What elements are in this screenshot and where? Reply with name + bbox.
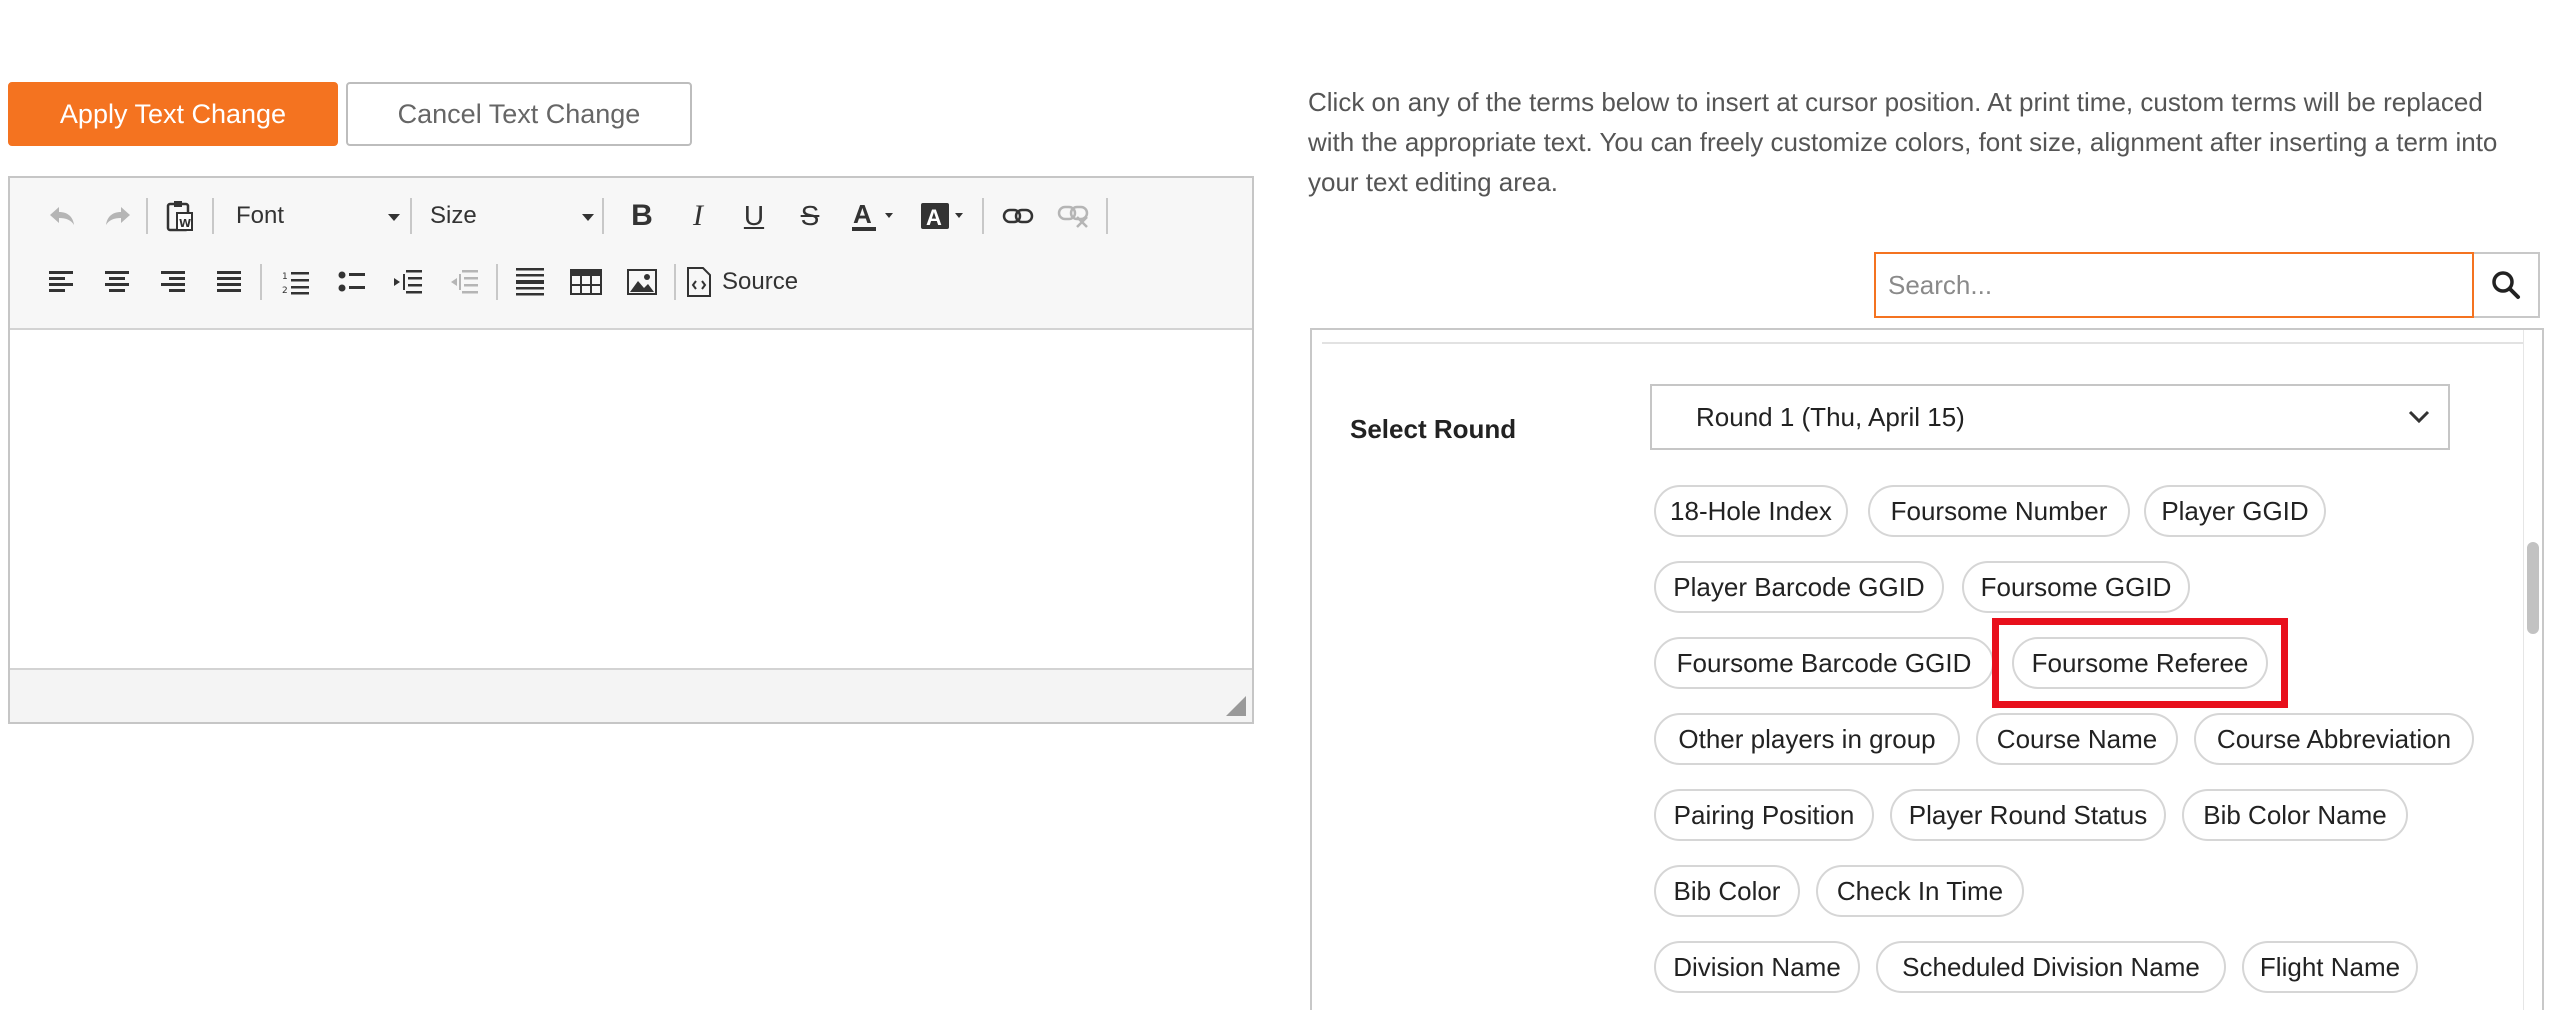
round-select[interactable]: Round 1 (Thu, April 15) <box>1650 384 2450 450</box>
align-center-icon[interactable] <box>96 260 140 304</box>
paste-from-word-icon[interactable]: W <box>158 194 202 238</box>
term-chip-foursome-number[interactable]: Foursome Number <box>1868 485 2130 537</box>
source-button[interactable]: Source <box>686 260 806 304</box>
source-code-icon <box>687 267 711 297</box>
bold-icon[interactable]: B <box>620 194 664 238</box>
size-select-label: Size <box>430 202 477 229</box>
font-select[interactable]: Font <box>236 194 404 238</box>
term-chip-course-name[interactable]: Course Name <box>1976 713 2178 765</box>
toolbar-separator <box>982 198 984 234</box>
term-chip-scheduled-division-name[interactable]: Scheduled Division Name <box>1876 941 2226 993</box>
term-chip-bib-color[interactable]: Bib Color <box>1654 865 1800 917</box>
insert-terms-instructions: Click on any of the terms below to inser… <box>1308 87 2498 197</box>
panel-scrollbar[interactable] <box>2523 330 2542 1010</box>
term-chip-bib-color-name[interactable]: Bib Color Name <box>2182 789 2408 841</box>
term-chip-division-name[interactable]: Division Name <box>1654 941 1860 993</box>
undo-icon[interactable] <box>40 194 84 238</box>
highlight-box <box>1992 618 2288 708</box>
svg-text:W: W <box>179 217 191 230</box>
term-chip-foursome-ggid[interactable]: Foursome GGID <box>1962 561 2190 613</box>
font-select-label: Font <box>236 202 285 229</box>
redo-icon[interactable] <box>96 194 140 238</box>
horizontal-line-icon[interactable] <box>508 260 552 304</box>
term-chip-pairing-position[interactable]: Pairing Position <box>1654 789 1874 841</box>
term-chip-player-round-status[interactable]: Player Round Status <box>1890 789 2166 841</box>
align-justify-icon[interactable] <box>208 260 252 304</box>
toolbar-separator <box>602 198 604 234</box>
panel-divider <box>1322 342 2526 344</box>
select-round-label: Select Round <box>1350 414 1517 444</box>
term-chip-check-in-time[interactable]: Check In Time <box>1816 865 2024 917</box>
term-chip-player-ggid[interactable]: Player GGID <box>2144 485 2326 537</box>
caret-down-icon <box>388 214 400 221</box>
numbered-list-icon[interactable]: 12 <box>274 260 318 304</box>
table-icon[interactable] <box>564 260 608 304</box>
strikethrough-icon[interactable]: S <box>788 194 832 238</box>
toolbar-separator <box>410 198 412 234</box>
term-chip-course-abbreviation[interactable]: Course Abbreviation <box>2194 713 2474 765</box>
cancel-text-change-button[interactable]: Cancel Text Change <box>346 82 692 146</box>
editor-toolbar: W Font Size B I U S A A 1 2 Source <box>10 178 1252 330</box>
outdent-icon[interactable] <box>442 260 486 304</box>
toolbar-separator <box>260 264 262 300</box>
term-chip-player-barcode-ggid[interactable]: Player Barcode GGID <box>1654 561 1944 613</box>
toolbar-separator <box>1106 198 1108 234</box>
source-label: Source <box>722 268 799 295</box>
rich-text-editor: W Font Size B I U S A A 1 2 Source <box>8 176 1254 724</box>
resize-grip-icon[interactable] <box>1226 696 1246 716</box>
size-select[interactable]: Size <box>430 194 598 238</box>
search-input[interactable] <box>1874 252 2474 318</box>
scrollbar-thumb[interactable] <box>2527 542 2539 634</box>
svg-text:2: 2 <box>282 286 288 295</box>
text-color-icon[interactable]: A <box>846 194 902 238</box>
image-icon[interactable] <box>620 260 664 304</box>
svg-text:A: A <box>853 199 872 229</box>
apply-text-change-button[interactable]: Apply Text Change <box>8 82 338 146</box>
italic-icon[interactable]: I <box>676 194 720 238</box>
editor-content-area[interactable] <box>10 330 1252 670</box>
toolbar-separator <box>212 198 214 234</box>
indent-icon[interactable] <box>386 260 430 304</box>
align-left-icon[interactable] <box>40 260 84 304</box>
round-select-value: Round 1 (Thu, April 15) <box>1696 401 1965 432</box>
underline-icon[interactable]: U <box>732 194 776 238</box>
bulleted-list-icon[interactable] <box>330 260 374 304</box>
link-icon[interactable] <box>996 194 1040 238</box>
caret-down-icon <box>582 214 594 221</box>
term-chip-flight-name[interactable]: Flight Name <box>2242 941 2418 993</box>
term-chip-other-players-in-group[interactable]: Other players in group <box>1654 713 1960 765</box>
search-button[interactable] <box>2474 252 2540 318</box>
toolbar-separator <box>674 264 676 300</box>
term-chip-foursome-barcode-ggid[interactable]: Foursome Barcode GGID <box>1654 637 1994 689</box>
editor-status-bar <box>10 668 1252 722</box>
term-search <box>1874 252 2474 318</box>
svg-text:1: 1 <box>282 272 288 282</box>
align-right-icon[interactable] <box>152 260 196 304</box>
svg-text:A: A <box>926 205 942 230</box>
search-icon <box>2492 271 2520 299</box>
toolbar-separator <box>496 264 498 300</box>
toolbar-separator <box>146 198 148 234</box>
background-color-icon[interactable]: A <box>916 194 972 238</box>
chevron-down-icon <box>2408 410 2430 424</box>
unlink-icon[interactable] <box>1052 194 1096 238</box>
term-chip-18-hole-index[interactable]: 18-Hole Index <box>1654 485 1848 537</box>
